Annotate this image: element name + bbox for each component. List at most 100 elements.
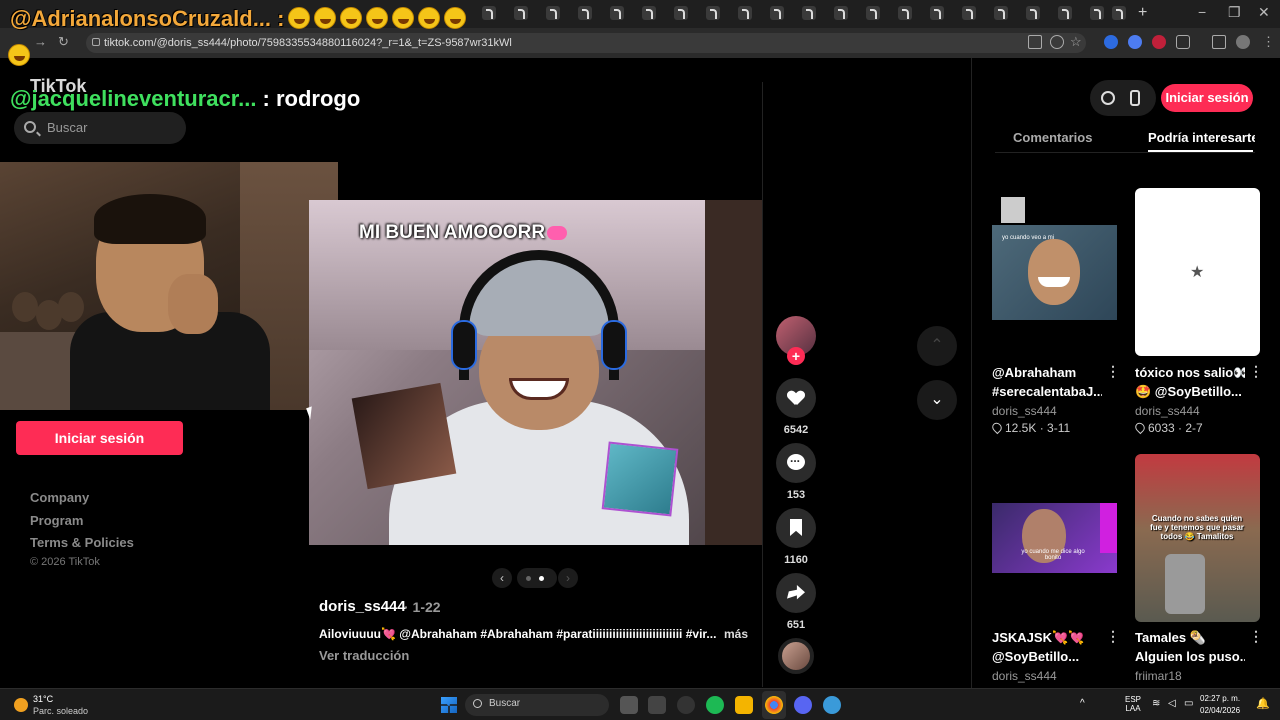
tiktok-tab-icon[interactable] xyxy=(930,6,944,20)
tiktok-tab-icon[interactable] xyxy=(610,6,624,20)
extension-icon[interactable] xyxy=(1104,35,1118,49)
tiktok-tab-icon[interactable] xyxy=(834,6,848,20)
card-title-line[interactable]: @Abrahaham xyxy=(992,363,1102,382)
card-user[interactable]: doris_ss444 xyxy=(992,669,1057,688)
carousel-prev-button[interactable]: ‹ xyxy=(492,568,512,588)
close-window-icon[interactable]: ✕ xyxy=(1258,4,1270,21)
tiktok-tab-icon[interactable] xyxy=(898,6,912,20)
like-button[interactable] xyxy=(776,378,816,418)
tiktok-tab-icon[interactable] xyxy=(1026,6,1040,20)
menu-kebab-icon[interactable]: ⋮ xyxy=(1262,34,1275,50)
system-clock[interactable]: 02:27 p. m. 02/04/2026 xyxy=(1200,693,1240,717)
sidebar-icon[interactable] xyxy=(1212,35,1226,49)
weather-sun-icon[interactable] xyxy=(14,698,28,712)
notification-bell-icon[interactable]: 🔔 xyxy=(1256,697,1270,710)
zoom-icon[interactable] xyxy=(1050,35,1064,49)
more-options-icon[interactable]: ⋮ xyxy=(1249,363,1263,380)
recommended-thumbnail[interactable]: Cuando no sabes quien fue y tenemos que … xyxy=(1135,454,1260,622)
cast-icon[interactable] xyxy=(1028,35,1042,49)
tiktok-tab-icon[interactable] xyxy=(1090,6,1104,20)
spotify-icon[interactable] xyxy=(706,696,724,714)
card-title-line[interactable]: 🤩 @SoyBetillo... xyxy=(1135,382,1245,401)
card-user[interactable]: doris_ss444 xyxy=(992,404,1057,418)
extensions-puzzle-icon[interactable] xyxy=(1176,35,1190,49)
post-photo[interactable]: MI BUEN AMOOORR xyxy=(309,200,762,545)
carousel-dot-active[interactable] xyxy=(539,576,544,581)
tiktok-tab-icon[interactable] xyxy=(866,6,880,20)
more-link[interactable]: más xyxy=(724,627,748,641)
post-author[interactable]: doris_ss444 xyxy=(319,598,406,615)
file-explorer-icon[interactable] xyxy=(735,696,753,714)
previous-post-button[interactable]: ⌃ xyxy=(917,326,957,366)
chrome-icon[interactable] xyxy=(765,696,783,714)
footer-link-program[interactable]: Program xyxy=(30,513,83,528)
tiktok-tab-icon[interactable] xyxy=(1058,6,1072,20)
tiktok-tab-icon[interactable] xyxy=(578,6,592,20)
card-title-line[interactable]: JSKAJSK💘💘 xyxy=(992,628,1102,647)
more-options-icon[interactable]: ⋮ xyxy=(1249,628,1263,645)
phone-icon[interactable] xyxy=(1130,90,1140,106)
card-title-line[interactable]: #serecalentabaJ... xyxy=(992,382,1102,401)
weather-desc[interactable]: Parc. soleado xyxy=(33,706,88,716)
language-indicator[interactable]: ESP LAA xyxy=(1124,695,1142,713)
tiktok-tab-icon[interactable] xyxy=(738,6,752,20)
compass-icon[interactable] xyxy=(1101,91,1115,105)
reload-icon[interactable]: ↻ xyxy=(58,34,69,50)
maximize-icon[interactable]: ❐ xyxy=(1228,4,1241,21)
task-view-icon[interactable] xyxy=(620,696,638,714)
tiktok-tab-icon[interactable] xyxy=(482,6,496,20)
follow-button[interactable]: + xyxy=(787,347,805,365)
more-options-icon[interactable]: ⋮ xyxy=(1106,628,1120,645)
site-info-icon[interactable] xyxy=(92,38,100,46)
tiktok-tab-icon[interactable] xyxy=(802,6,816,20)
translate-link[interactable]: Ver traducción xyxy=(319,648,409,663)
tiktok-tab-icon[interactable] xyxy=(546,6,560,20)
search-input[interactable]: Buscar xyxy=(14,112,186,144)
recommended-thumbnail[interactable]: yo cuando me dice algo bonito xyxy=(992,503,1117,573)
app-icon[interactable] xyxy=(677,696,695,714)
extension-icon[interactable] xyxy=(1152,35,1166,49)
login-button-top[interactable]: Iniciar sesión xyxy=(1161,84,1253,112)
profile-avatar[interactable] xyxy=(1236,35,1250,49)
tiktok-tab-icon[interactable] xyxy=(706,6,720,20)
card-title-line[interactable]: tóxico nos salio👀 xyxy=(1135,363,1245,382)
music-disc[interactable] xyxy=(778,638,814,674)
extension-icon[interactable] xyxy=(1128,35,1142,49)
save-button[interactable] xyxy=(776,508,816,548)
tiktok-tab-icon[interactable] xyxy=(962,6,976,20)
tiktok-tab-icon[interactable] xyxy=(642,6,656,20)
volume-icon[interactable]: ◁ xyxy=(1168,698,1176,709)
recommended-thumbnail[interactable]: yo cuando veo a mi xyxy=(992,225,1117,320)
recommended-thumbnail[interactable]: ★ xyxy=(1135,188,1260,356)
share-button[interactable] xyxy=(776,573,816,613)
tiktok-tab-icon[interactable] xyxy=(994,6,1008,20)
card-user[interactable]: doris_ss444 xyxy=(1135,404,1200,418)
tab-podria-interesarte[interactable]: Podría interesarte xyxy=(1148,130,1255,145)
widgets-icon[interactable] xyxy=(648,696,666,714)
tray-chevron-icon[interactable]: ^ xyxy=(1080,698,1085,709)
comment-button[interactable] xyxy=(776,443,816,483)
tab-comentarios[interactable]: Comentarios xyxy=(1013,130,1092,145)
weather-temp[interactable]: 31°C xyxy=(33,694,53,704)
discord-icon[interactable] xyxy=(794,696,812,714)
card-title-line[interactable]: @SoyBetillo... xyxy=(992,647,1102,666)
carousel-dot[interactable] xyxy=(526,576,531,581)
tiktok-tab-icon[interactable] xyxy=(1112,6,1126,20)
forward-icon[interactable]: → xyxy=(34,34,47,49)
card-user[interactable]: friimar18 xyxy=(1135,669,1182,688)
taskbar-search[interactable]: Buscar xyxy=(465,694,609,716)
login-button[interactable]: Iniciar sesión xyxy=(16,421,183,455)
next-post-button[interactable]: ⌄ xyxy=(917,380,957,420)
footer-link-terms[interactable]: Terms & Policies xyxy=(30,535,134,550)
tiktok-tab-icon[interactable] xyxy=(674,6,688,20)
url-field[interactable]: tiktok.com/@doris_ss444/photo/7598335534… xyxy=(86,33,1086,53)
new-tab-button[interactable]: + xyxy=(1138,4,1147,22)
tiktok-tab-icon[interactable] xyxy=(514,6,528,20)
more-options-icon[interactable]: ⋮ xyxy=(1106,363,1120,380)
battery-icon[interactable]: ▭ xyxy=(1184,698,1193,709)
footer-link-company[interactable]: Company xyxy=(30,490,89,505)
windows-start-icon[interactable] xyxy=(441,697,457,713)
tiktok-tab-icon[interactable] xyxy=(770,6,784,20)
card-title-line[interactable]: Alguien los puso... xyxy=(1135,647,1245,666)
carousel-next-button[interactable]: › xyxy=(558,568,578,588)
